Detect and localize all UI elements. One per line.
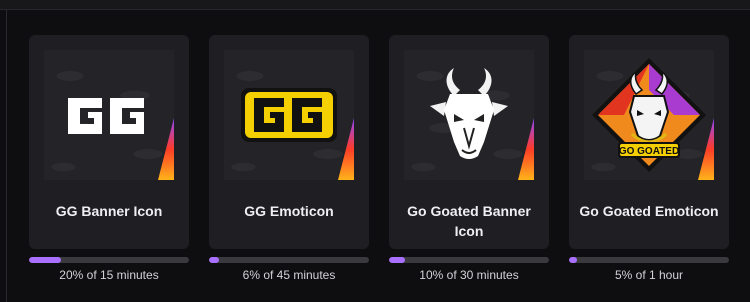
progress-text: 20% of 15 minutes bbox=[59, 268, 159, 282]
reward-card[interactable]: GO GOATED Go Goated Emoticon bbox=[569, 35, 729, 249]
reward-card[interactable]: GG Banner Icon bbox=[29, 35, 189, 249]
go-goated-emoticon-icon: GO GOATED bbox=[592, 58, 706, 172]
gg-banner-icon bbox=[68, 98, 144, 134]
corner-accent bbox=[158, 118, 174, 180]
reward-item: Go Goated Banner Icon 10% of 30 minutes bbox=[389, 35, 549, 282]
gg-emoticon-icon bbox=[241, 88, 337, 142]
goat-head-icon bbox=[430, 68, 508, 159]
corner-accent bbox=[698, 118, 714, 180]
reward-card[interactable]: Go Goated Banner Icon bbox=[389, 35, 549, 249]
reward-title: GG Banner Icon bbox=[55, 203, 163, 219]
progress-bar bbox=[29, 257, 189, 263]
reward-title: GG Emoticon bbox=[244, 203, 334, 219]
progress-bar bbox=[209, 257, 369, 263]
progress-text: 10% of 30 minutes bbox=[419, 268, 519, 282]
reward-title: Go Goated Emoticon bbox=[579, 203, 719, 219]
corner-accent bbox=[338, 118, 354, 180]
emote-badge-text: GO GOATED bbox=[619, 146, 679, 157]
reward-thumbnail bbox=[224, 50, 354, 180]
reward-card[interactable]: GG Emoticon bbox=[209, 35, 369, 249]
reward-item: GG Banner Icon 20% of 15 minutes bbox=[29, 35, 189, 282]
progress-fill bbox=[29, 257, 61, 263]
reward-list: GG Banner Icon 20% of 15 minutes GG Emot… bbox=[0, 0, 750, 302]
progress-bar bbox=[389, 257, 549, 263]
reward-item: GO GOATED Go Goated Emoticon 5% of 1 hou… bbox=[569, 35, 729, 282]
reward-title: Go Goated Banner Icon bbox=[407, 203, 531, 239]
progress-bar bbox=[569, 257, 729, 263]
reward-thumbnail bbox=[404, 50, 534, 180]
progress-fill bbox=[209, 257, 219, 263]
progress-fill bbox=[569, 257, 577, 263]
reward-thumbnail: GO GOATED bbox=[584, 50, 714, 180]
progress-text: 6% of 45 minutes bbox=[242, 268, 336, 282]
progress-fill bbox=[389, 257, 405, 263]
corner-accent bbox=[518, 118, 534, 180]
reward-thumbnail bbox=[44, 50, 174, 180]
reward-item: GG Emoticon 6% of 45 minutes bbox=[209, 35, 369, 282]
progress-text: 5% of 1 hour bbox=[614, 268, 684, 282]
